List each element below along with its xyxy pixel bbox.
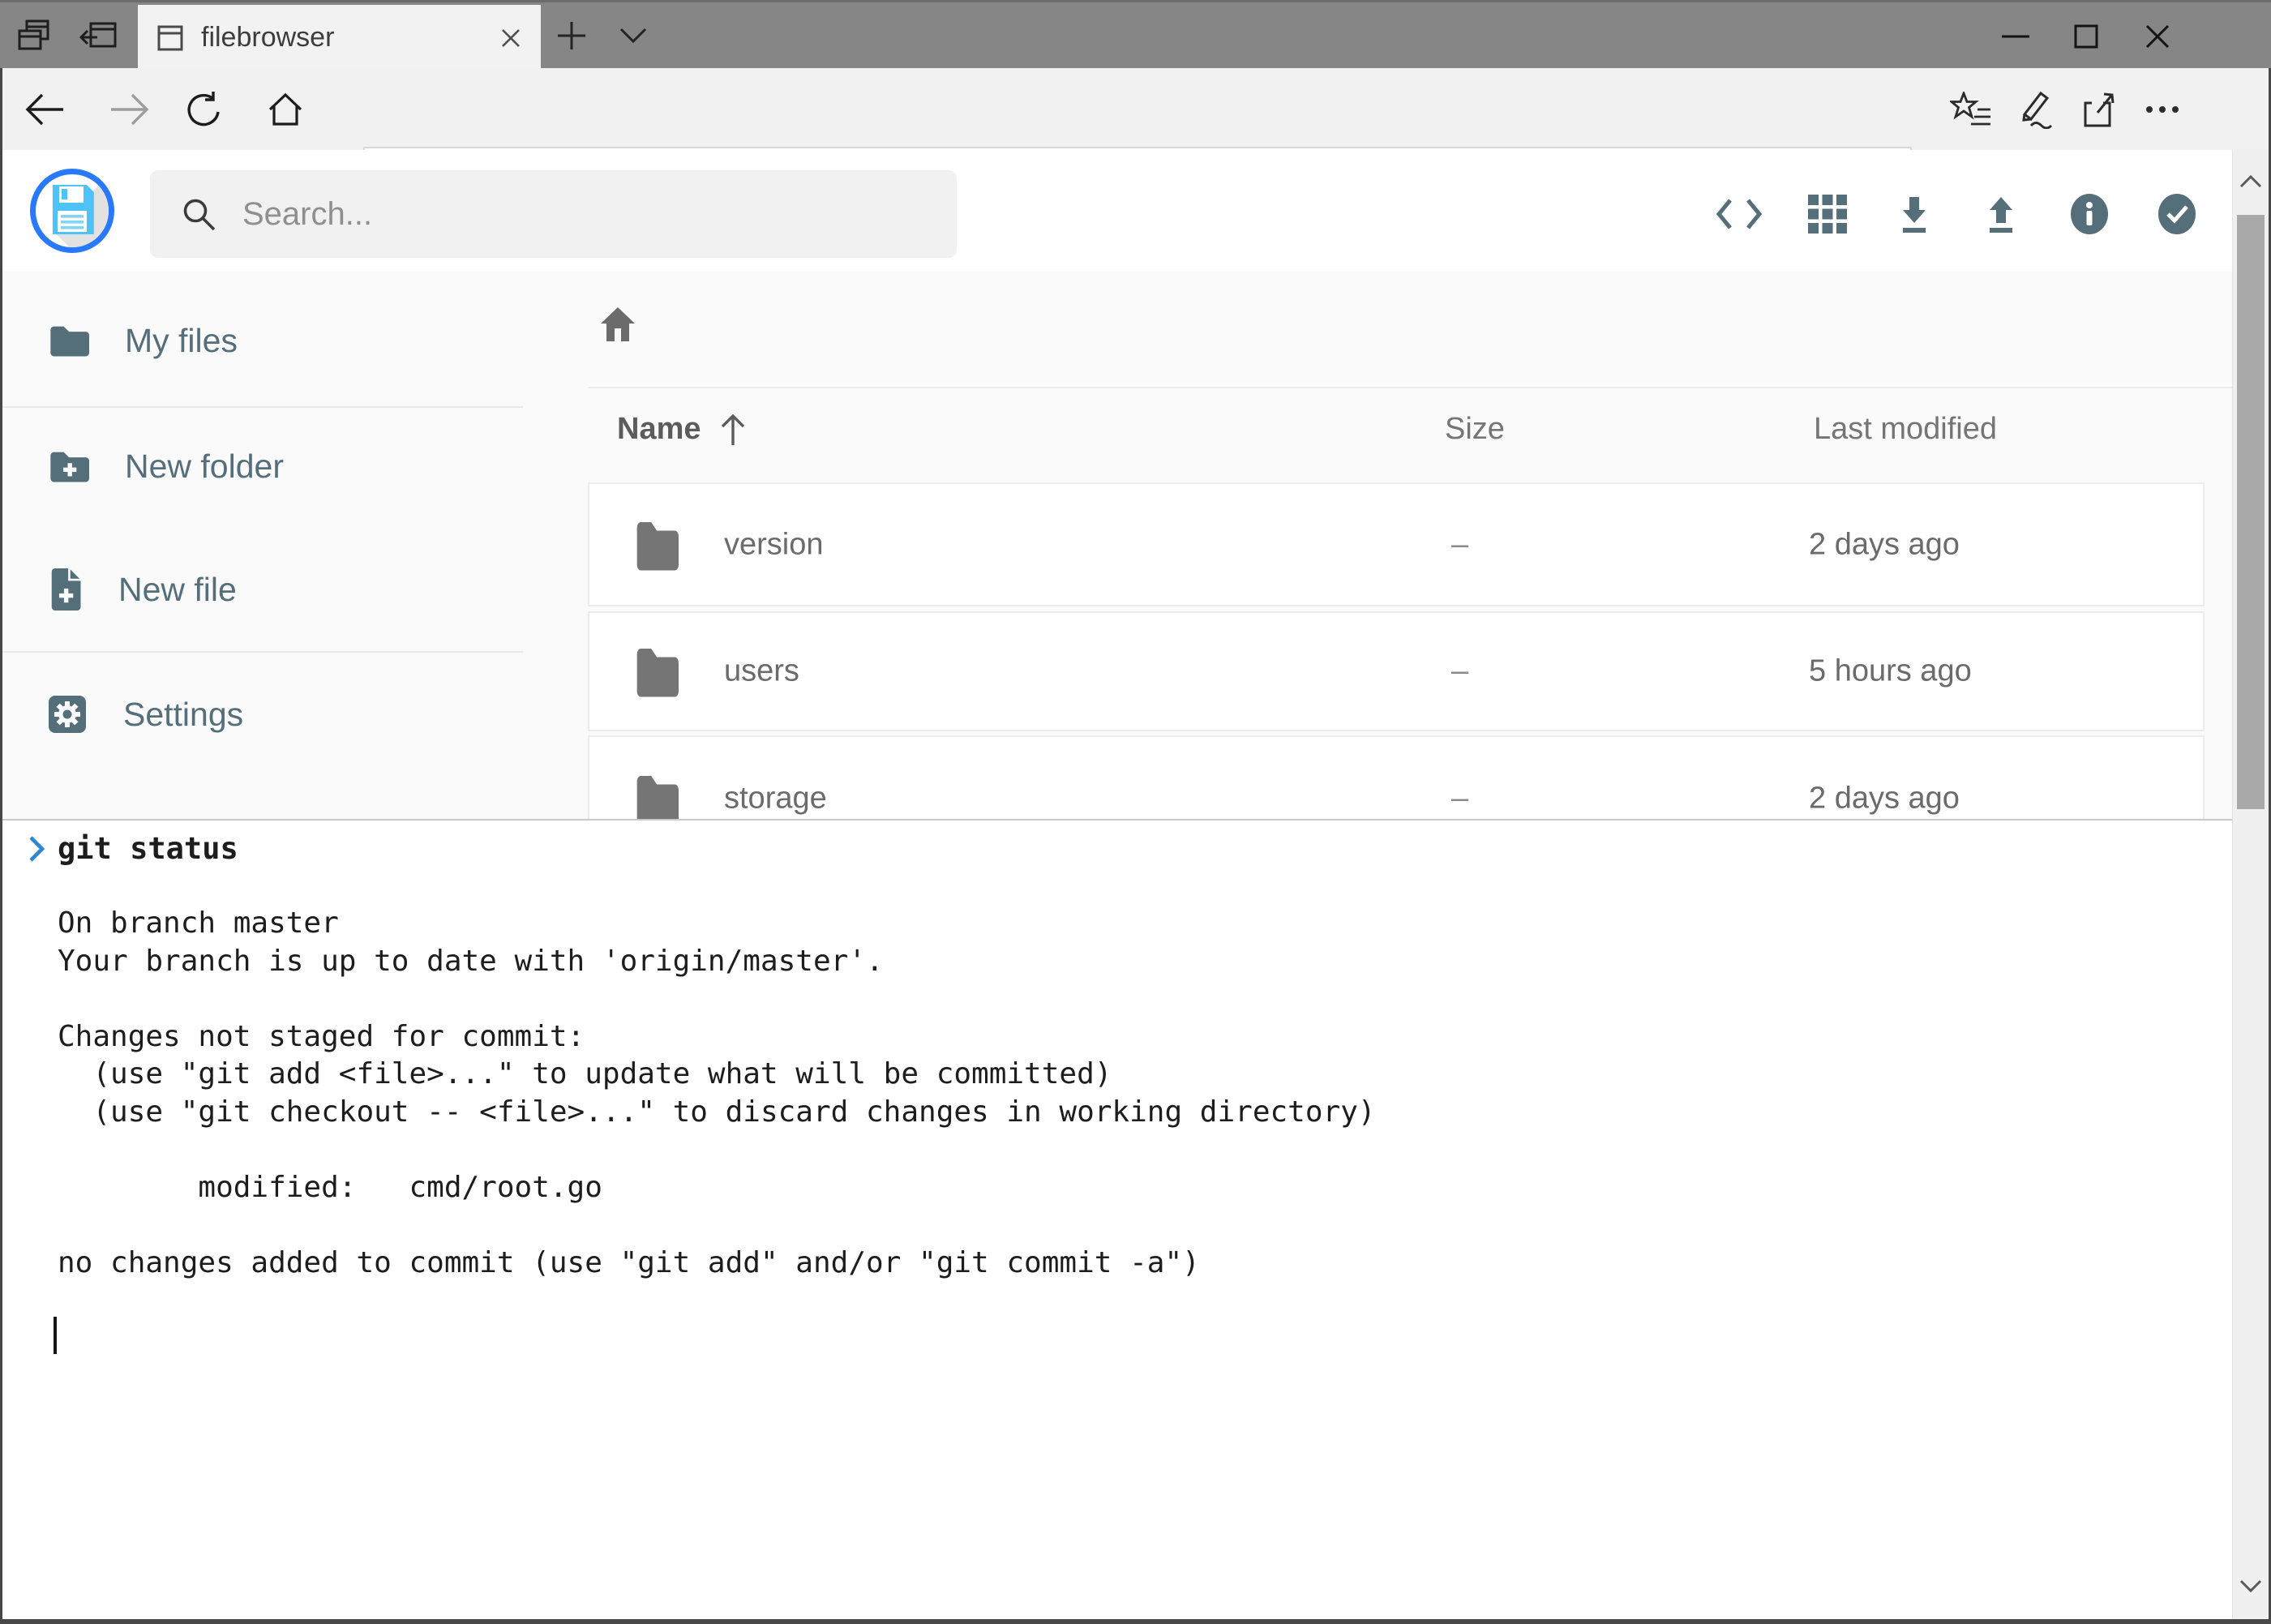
browser-window: filebrowser bbox=[0, 0, 2271, 1624]
close-tab-icon[interactable] bbox=[499, 26, 523, 50]
filebrowser-logo-icon bbox=[30, 169, 114, 253]
settings-more-icon[interactable] bbox=[2136, 83, 2189, 136]
maximize-button[interactable] bbox=[2051, 2, 2121, 71]
scrollbar-thumb[interactable] bbox=[2237, 215, 2265, 809]
create-file-icon bbox=[47, 568, 83, 611]
code-icon[interactable] bbox=[1704, 179, 1774, 249]
sidebar-item-settings[interactable]: Settings bbox=[2, 673, 525, 756]
folder-icon bbox=[47, 323, 89, 358]
home-nav-icon[interactable] bbox=[259, 83, 312, 136]
browser-tab[interactable]: filebrowser bbox=[138, 5, 541, 71]
tabs-set-aside-icon[interactable] bbox=[11, 12, 58, 59]
file-modified: 2 days ago bbox=[1809, 781, 1960, 816]
window-border-bottom bbox=[0, 1619, 2271, 1624]
minimize-button[interactable] bbox=[1981, 2, 2050, 71]
page-scrollbar[interactable] bbox=[2232, 150, 2269, 1619]
file-row-users[interactable]: users – 5 hours ago bbox=[588, 611, 2205, 731]
titlebar: filebrowser bbox=[0, 0, 2271, 68]
sidebar-divider bbox=[2, 406, 523, 408]
column-header-size[interactable]: Size bbox=[1445, 412, 1505, 447]
sort-ascending-icon bbox=[719, 413, 747, 447]
sidebar-item-label: My files bbox=[125, 322, 238, 360]
file-size: – bbox=[1451, 781, 1468, 816]
folder-icon bbox=[633, 770, 679, 827]
sidebar-item-label: Settings bbox=[123, 696, 243, 734]
app-header bbox=[2, 150, 2269, 272]
sidebar-item-my-files[interactable]: My files bbox=[2, 299, 525, 382]
file-name: storage bbox=[724, 781, 827, 816]
listing-divider bbox=[588, 387, 2232, 388]
check-circle-icon[interactable] bbox=[2142, 179, 2212, 249]
web-notes-pen-icon[interactable] bbox=[2007, 83, 2061, 136]
folder-icon bbox=[633, 516, 679, 573]
sidebar-divider bbox=[2, 651, 523, 653]
terminal-cursor bbox=[54, 1317, 57, 1354]
folder-icon bbox=[633, 643, 679, 700]
scroll-up-icon[interactable] bbox=[2233, 150, 2269, 213]
file-name: users bbox=[724, 654, 799, 689]
window-border-left bbox=[0, 68, 2, 1624]
favorites-hub-icon[interactable] bbox=[1944, 83, 1998, 136]
sidebar-item-new-file[interactable]: New file bbox=[2, 548, 525, 631]
refresh-icon[interactable] bbox=[178, 83, 231, 136]
scroll-down-icon[interactable] bbox=[2233, 1554, 2269, 1618]
file-name: version bbox=[724, 527, 824, 562]
file-modified: 5 hours ago bbox=[1809, 654, 1972, 689]
search-bar[interactable] bbox=[150, 170, 957, 258]
prompt-chevron-icon bbox=[27, 833, 48, 864]
sidebar-item-label: New file bbox=[118, 571, 237, 609]
share-icon[interactable] bbox=[2072, 83, 2125, 136]
info-icon[interactable] bbox=[2055, 179, 2124, 249]
download-icon[interactable] bbox=[1879, 179, 1949, 249]
back-icon[interactable] bbox=[18, 83, 71, 136]
file-size: – bbox=[1451, 527, 1468, 562]
browser-nav-bar: filebrowser.web /files/ bbox=[0, 68, 2271, 150]
sidebar-item-new-folder[interactable]: New folder bbox=[2, 425, 525, 508]
file-modified: 2 days ago bbox=[1809, 527, 1960, 562]
terminal-command: git status bbox=[58, 829, 238, 869]
tab-title: filebrowser bbox=[201, 22, 499, 54]
create-folder-icon bbox=[47, 448, 89, 484]
close-window-button[interactable] bbox=[2123, 2, 2192, 71]
tab-previews-chevron-icon[interactable] bbox=[610, 12, 657, 59]
search-icon bbox=[181, 196, 216, 232]
upload-icon[interactable] bbox=[1966, 179, 2036, 249]
search-input[interactable] bbox=[241, 195, 909, 234]
breadcrumb-home-icon[interactable] bbox=[597, 302, 639, 345]
terminal-panel[interactable]: git status On branch master Your branch … bbox=[2, 819, 2232, 1619]
terminal-output: On branch master Your branch is up to da… bbox=[58, 905, 1376, 1282]
file-row-version[interactable]: version – 2 days ago bbox=[588, 482, 2205, 606]
forward-icon[interactable] bbox=[103, 83, 156, 136]
settings-icon bbox=[47, 694, 88, 735]
grid-view-icon[interactable] bbox=[1793, 179, 1862, 249]
page-icon bbox=[156, 24, 185, 53]
sidebar-item-label: New folder bbox=[125, 448, 284, 486]
column-header-name[interactable]: Name bbox=[617, 412, 747, 447]
column-header-modified[interactable]: Last modified bbox=[1814, 412, 1997, 447]
set-tabs-aside-icon[interactable] bbox=[75, 12, 122, 59]
file-size: – bbox=[1451, 654, 1468, 689]
new-tab-button[interactable] bbox=[548, 12, 595, 59]
